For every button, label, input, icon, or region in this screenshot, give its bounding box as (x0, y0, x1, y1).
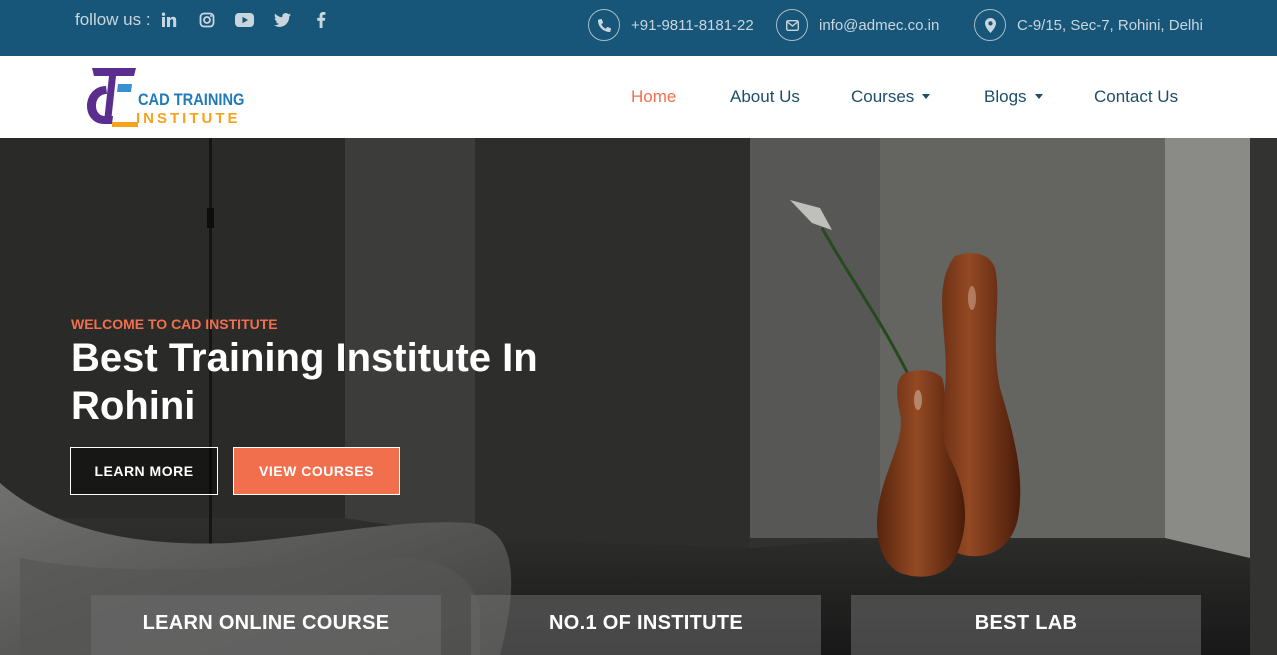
nav-home[interactable]: Home (631, 87, 676, 107)
site-logo[interactable]: CAD TRAINING INSTITUTE (84, 66, 254, 130)
map-marker-icon (974, 9, 1006, 41)
youtube-icon[interactable] (235, 10, 255, 30)
nav-contact-us[interactable]: Contact Us (1094, 87, 1178, 107)
address-text: C-9/15, Sec-7, Rohini, Delhi (1017, 16, 1203, 34)
address-contact: C-9/15, Sec-7, Rohini, Delhi (974, 9, 1203, 41)
nav-about-us[interactable]: About Us (730, 87, 800, 107)
view-courses-button[interactable]: VIEW COURSES (233, 447, 400, 495)
caret-down-icon (922, 94, 931, 100)
nav-courses[interactable]: Courses (851, 87, 931, 107)
phone-icon (588, 9, 620, 41)
email-contact[interactable]: info@admec.co.in (776, 9, 939, 41)
top-bar: follow us : +91-9811-8181-22 info@admec.… (0, 0, 1277, 56)
nav-blogs-label: Blogs (984, 87, 1027, 106)
mail-icon (776, 9, 808, 41)
follow-label: follow us : (75, 10, 151, 29)
social-links (159, 10, 331, 30)
twitter-icon[interactable] (273, 10, 293, 30)
learn-more-button[interactable]: LEARN MORE (70, 447, 218, 495)
site-header: CAD TRAINING INSTITUTE Home About Us Cou… (0, 56, 1277, 138)
follow-us: follow us : (75, 10, 331, 30)
nav-blogs[interactable]: Blogs (984, 87, 1043, 107)
linkedin-icon[interactable] (159, 10, 179, 30)
feature-online-course[interactable]: LEARN ONLINE COURSE (91, 595, 441, 655)
instagram-icon[interactable] (197, 10, 217, 30)
caret-down-icon (1034, 94, 1043, 100)
email-address: info@admec.co.in (819, 16, 940, 34)
facebook-icon[interactable] (311, 10, 331, 30)
hero-section: WELCOME TO CAD INSTITUTE Best Training I… (0, 138, 1277, 655)
hero-headline: Best Training Institute In Rohini (71, 336, 538, 428)
brand-line-2: INSTITUTE (136, 110, 241, 127)
brand-line-1: CAD TRAINING (138, 90, 245, 109)
feature-best-lab[interactable]: BEST LAB (851, 595, 1201, 655)
phone-number: +91-9811-8181-22 (631, 16, 754, 34)
logo-mark-icon (87, 68, 138, 127)
nav-courses-label: Courses (851, 87, 915, 106)
phone-contact[interactable]: +91-9811-8181-22 (588, 9, 754, 41)
hero-welcome-text: WELCOME TO CAD INSTITUTE (71, 316, 278, 332)
feature-no1-institute[interactable]: NO.1 OF INSTITUTE (471, 595, 821, 655)
